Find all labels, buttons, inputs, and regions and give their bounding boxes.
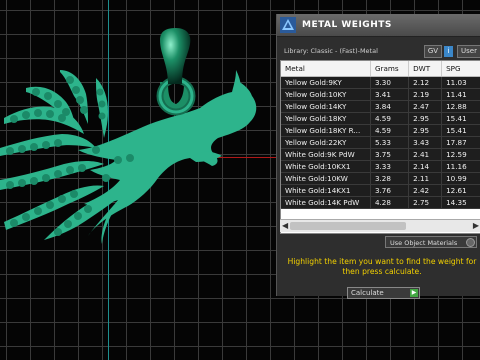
library-row: Library: Classic - (Fast)-Metal GV i Use…	[277, 41, 480, 61]
metal-cell: White Gold:14KX1	[281, 184, 371, 197]
dwt-cell: 2.12	[408, 76, 443, 89]
table-row[interactable]: White Gold:10KX1 3.33 2.14 11.16	[281, 160, 480, 173]
grams-cell: 5.33	[370, 136, 410, 149]
dwt-cell: 2.95	[408, 124, 443, 137]
grams-cell: 3.41	[370, 88, 410, 101]
column-header-grams[interactable]: Grams	[370, 61, 410, 77]
spg-cell: 17.87	[441, 136, 480, 149]
spg-cell: 11.41	[441, 88, 480, 101]
spg-cell: 10.99	[441, 172, 480, 185]
horizontal-scrollbar[interactable]: ◀ ▶	[280, 219, 480, 232]
spg-cell: 12.59	[441, 148, 480, 161]
dwt-cell: 2.75	[408, 196, 443, 209]
dropdown-knob-icon[interactable]	[466, 238, 475, 247]
dwt-cell: 2.47	[408, 100, 443, 113]
dwt-cell: 2.14	[408, 160, 443, 173]
right-arrow-icon[interactable]: ▶	[473, 220, 479, 232]
materials-dropdown[interactable]: Use Object Materials	[385, 236, 477, 248]
dwt-cell: 2.19	[408, 88, 443, 101]
metal-cell: Yellow Gold:9KY	[281, 76, 371, 89]
grams-cell: 3.30	[370, 76, 410, 89]
dwt-cell: 2.41	[408, 148, 443, 161]
table-row[interactable]: White Gold:9K PdW 3.75 2.41 12.59	[281, 148, 480, 161]
metals-table[interactable]: Metal Grams DWT SPG Yellow Gold:9KY 3.30 2…	[280, 60, 480, 234]
grams-cell: 4.28	[370, 196, 410, 209]
dwt-cell: 2.95	[408, 112, 443, 125]
spg-cell: 15.41	[441, 124, 480, 137]
grams-cell: 3.33	[370, 160, 410, 173]
table-row[interactable]: Yellow Gold:9KY 3.30 2.12 11.03	[281, 76, 480, 89]
metal-cell: White Gold:10KW	[281, 172, 371, 185]
gv-button[interactable]: GV	[423, 44, 443, 58]
column-header-metal[interactable]: Metal	[281, 61, 371, 77]
table-row[interactable]: Yellow Gold:18KY R... 4.59 2.95 15.41	[281, 124, 480, 137]
scrollbar-thumb[interactable]	[290, 222, 406, 230]
table-row[interactable]: White Gold:14KX1 3.76 2.42 12.61	[281, 184, 480, 197]
dwt-cell: 3.43	[408, 136, 443, 149]
column-header-dwt[interactable]: DWT	[408, 61, 443, 77]
grams-cell: 3.75	[370, 148, 410, 161]
spg-cell: 12.61	[441, 184, 480, 197]
grams-cell: 4.59	[370, 124, 410, 137]
metal-cell: Yellow Gold:22KY	[281, 136, 371, 149]
table-row[interactable]: Yellow Gold:10KY 3.41 2.19 11.41	[281, 88, 480, 101]
grams-cell: 3.28	[370, 172, 410, 185]
calculate-select[interactable]: Calculate ▶	[347, 287, 420, 299]
grams-cell: 3.76	[370, 184, 410, 197]
column-header-spg[interactable]: SPG	[441, 61, 480, 77]
dwt-cell: 2.42	[408, 184, 443, 197]
instruction-text: Highlight the item you want to find the …	[287, 257, 477, 276]
metal-weights-panel: METAL WEIGHTS Library: Classic - (Fast)-…	[276, 14, 480, 299]
info-icon[interactable]: i	[444, 45, 454, 57]
dwt-cell: 2.11	[408, 172, 443, 185]
metal-cell: White Gold:9K PdW	[281, 148, 371, 161]
spg-cell: 15.41	[441, 112, 480, 125]
play-arrow-icon[interactable]: ▶	[410, 289, 418, 297]
jewelry-model[interactable]	[0, 0, 300, 360]
spg-cell: 12.88	[441, 100, 480, 113]
grams-cell: 4.59	[370, 112, 410, 125]
grams-cell: 3.84	[370, 100, 410, 113]
metal-cell: White Gold:14K PdW	[281, 196, 371, 209]
table-row[interactable]: White Gold:10KW 3.28 2.11 10.99	[281, 172, 480, 185]
table-row[interactable]: Yellow Gold:14KY 3.84 2.47 12.88	[281, 100, 480, 113]
materials-dropdown-label: Use Object Materials	[390, 239, 458, 247]
left-arrow-icon[interactable]: ◀	[282, 220, 288, 232]
metal-cell: Yellow Gold:14KY	[281, 100, 371, 113]
panel-title-bar: METAL WEIGHTS	[277, 14, 480, 37]
metal-cell: Yellow Gold:18KY R...	[281, 124, 371, 137]
table-row[interactable]: White Gold:14K PdW 4.28 2.75 14.35	[281, 196, 480, 209]
spg-cell: 11.03	[441, 76, 480, 89]
library-label: Library: Classic - (Fast)-Metal	[284, 47, 378, 55]
spg-cell: 14.35	[441, 196, 480, 209]
metal-cell: White Gold:10KX1	[281, 160, 371, 173]
panel-title: METAL WEIGHTS	[302, 20, 392, 30]
table-row[interactable]: Yellow Gold:18KY 4.59 2.95 15.41	[281, 112, 480, 125]
jewelry-app-icon	[280, 17, 296, 33]
spg-cell: 11.16	[441, 160, 480, 173]
user-button[interactable]: User	[457, 44, 480, 58]
metal-cell: Yellow Gold:18KY	[281, 112, 371, 125]
metal-cell: Yellow Gold:10KY	[281, 88, 371, 101]
calculate-select-label: Calculate	[351, 289, 384, 297]
table-row[interactable]: Yellow Gold:22KY 5.33 3.43 17.87	[281, 136, 480, 149]
